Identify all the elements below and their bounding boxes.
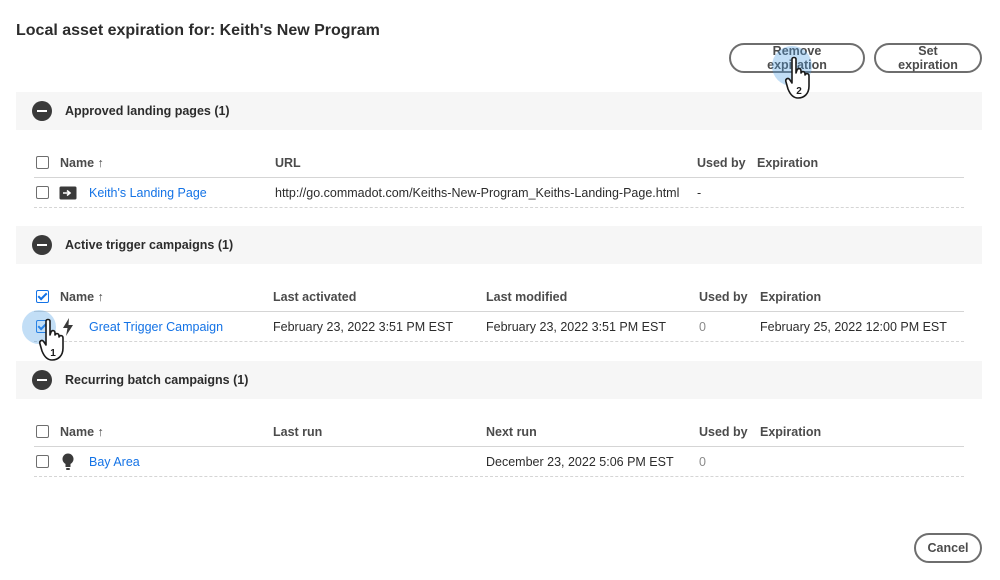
batch-campaign-name-link[interactable]: Bay Area: [89, 447, 140, 476]
trigger-table-header: Name ↑ Last activated Last modified Used…: [34, 283, 964, 312]
section-title: Approved landing pages (1): [65, 104, 230, 118]
row-checkbox[interactable]: [36, 455, 49, 468]
col-used-by: Used by: [699, 290, 748, 304]
trigger-used-by: 0: [699, 319, 706, 334]
lightbulb-icon: [62, 447, 74, 476]
col-name[interactable]: Name ↑: [60, 283, 104, 311]
col-used-by: Used by: [699, 425, 748, 439]
trigger-campaign-name-link[interactable]: Great Trigger Campaign: [89, 312, 223, 341]
landing-page-name-link[interactable]: Keith's Landing Page: [89, 178, 207, 207]
trigger-last-modified: February 23, 2022 3:51 PM EST: [486, 319, 666, 334]
trigger-expiration: February 25, 2022 12:00 PM EST: [760, 319, 947, 334]
landing-page-icon: [59, 178, 77, 207]
landing-table-header: Name ↑ URL Used by Expiration: [34, 149, 964, 178]
minus-circle-icon[interactable]: [32, 101, 52, 121]
batch-table-header: Name ↑ Last run Next run Used by Expirat…: [34, 418, 964, 447]
hand-pointer-icon: 2: [785, 56, 810, 99]
step-2-label: 2: [796, 86, 802, 97]
minus-circle-icon[interactable]: [32, 235, 52, 255]
landing-page-used-by: -: [697, 185, 702, 200]
batch-next-run: December 23, 2022 5:06 PM EST: [486, 454, 674, 469]
select-all-checkbox[interactable]: [36, 425, 49, 438]
cancel-button[interactable]: Cancel: [914, 533, 982, 563]
step-1-label: 1: [50, 348, 56, 359]
minus-circle-icon[interactable]: [32, 370, 52, 390]
batch-used-by: 0: [699, 454, 706, 469]
section-title: Recurring batch campaigns (1): [65, 373, 249, 387]
col-next-run: Next run: [486, 425, 537, 439]
section-title: Active trigger campaigns (1): [65, 238, 234, 252]
row-checkbox[interactable]: [36, 186, 49, 199]
select-all-checkbox[interactable]: [36, 156, 49, 169]
col-expiration: Expiration: [757, 156, 819, 170]
trigger-last-activated: February 23, 2022 3:51 PM EST: [273, 319, 453, 334]
col-expiration: Expiration: [760, 425, 822, 439]
col-last-run: Last run: [273, 425, 323, 439]
select-all-checkbox[interactable]: [36, 290, 49, 303]
col-expiration: Expiration: [760, 290, 822, 304]
hand-pointer-icon: 1: [39, 318, 64, 361]
section-landing-pages: Approved landing pages (1): [16, 92, 982, 130]
table-row: Great Trigger Campaign February 23, 2022…: [34, 312, 964, 342]
col-last-activated: Last activated: [273, 290, 357, 304]
col-url: URL: [275, 156, 301, 170]
col-name[interactable]: Name ↑: [60, 418, 104, 446]
set-expiration-button[interactable]: Set expiration: [874, 43, 982, 73]
table-row: Bay Area December 23, 2022 5:06 PM EST 0: [34, 447, 964, 477]
landing-page-url: http://go.commadot.com/Keiths-New-Progra…: [275, 185, 680, 200]
section-trigger-campaigns: Active trigger campaigns (1): [16, 226, 982, 264]
table-row: Keith's Landing Page http://go.commadot.…: [34, 178, 964, 208]
col-used-by: Used by: [697, 156, 746, 170]
dialog-title: Local asset expiration for: Keith's New …: [16, 22, 380, 39]
section-batch-campaigns: Recurring batch campaigns (1): [16, 361, 982, 399]
col-last-modified: Last modified: [486, 290, 568, 304]
col-name[interactable]: Name ↑: [60, 149, 104, 177]
